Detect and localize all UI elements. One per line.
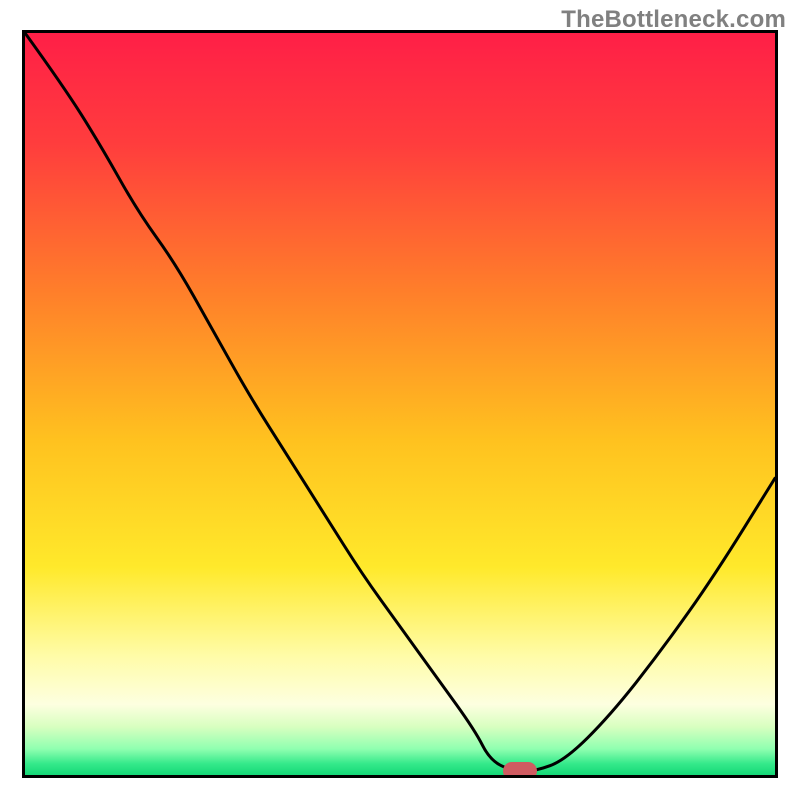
chart-svg	[25, 33, 775, 775]
chart-stage: TheBottleneck.com	[0, 0, 800, 800]
chart-background	[25, 33, 775, 775]
chart-frame	[22, 30, 778, 778]
optimum-marker	[503, 762, 537, 778]
